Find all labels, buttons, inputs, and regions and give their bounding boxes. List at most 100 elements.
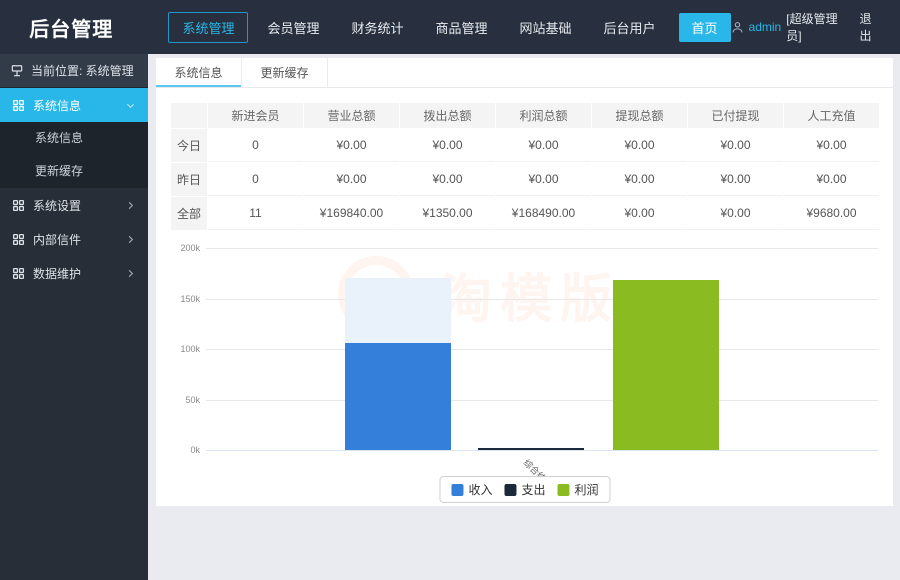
table-row-today: 今日 0 ¥0.00 ¥0.00 ¥0.00 ¥0.00 ¥0.00 ¥0.00 xyxy=(171,129,879,162)
header-revenue-total: 营业总额 xyxy=(304,103,399,128)
expense-bar[interactable] xyxy=(478,448,584,450)
nav-member-manage[interactable]: 会员管理 xyxy=(254,13,332,42)
tab-label: 系统信息 xyxy=(174,66,222,80)
person-icon xyxy=(731,21,744,34)
cell: ¥169840.00 xyxy=(304,197,399,230)
cell: ¥0.00 xyxy=(784,163,879,196)
cell: ¥0.00 xyxy=(784,129,879,162)
cell: 0 xyxy=(208,163,303,196)
breadcrumb-label: 当前位置: 系统管理 xyxy=(31,62,134,79)
cell: ¥168490.00 xyxy=(496,197,591,230)
y-tick: 100k xyxy=(170,344,200,354)
cell: ¥0.00 xyxy=(400,163,495,196)
tab-label: 更新缓存 xyxy=(260,66,308,80)
table-row-yesterday: 昨日 0 ¥0.00 ¥0.00 ¥0.00 ¥0.00 ¥0.00 ¥0.00 xyxy=(171,163,879,196)
topbar: 后台管理 系统管理 会员管理 财务统计 商品管理 网站基础 后台用户 首页 ad… xyxy=(0,0,900,54)
nav-system-manage[interactable]: 系统管理 xyxy=(168,12,248,43)
main-area: 系统信息 更新缓存 新进会员 营业总额 拨出总额 利润总额 提现总额 已付提现 … xyxy=(148,54,900,580)
stats-table: 新进会员 营业总额 拨出总额 利润总额 提现总额 已付提现 人工充值 今日 0 … xyxy=(170,102,880,231)
grid-icon xyxy=(12,99,25,112)
y-tick: 0k xyxy=(170,445,200,455)
gridline xyxy=(206,349,878,350)
row-label: 昨日 xyxy=(171,163,207,196)
nav-goods-manage[interactable]: 商品管理 xyxy=(422,13,500,42)
sidebar-item-label: 数据维护 xyxy=(33,265,81,282)
cell: ¥0.00 xyxy=(592,197,687,230)
legend-item-expense[interactable]: 支出 xyxy=(504,481,545,498)
tab-bar: 系统信息 更新缓存 xyxy=(156,58,893,88)
chart-legend: 收入 支出 利润 xyxy=(439,476,610,503)
header-profit-total: 利润总额 xyxy=(496,103,591,128)
sidebar-item-data-maintenance[interactable]: 数据维护 xyxy=(0,256,148,290)
cell: ¥0.00 xyxy=(688,163,783,196)
cell: ¥0.00 xyxy=(592,129,687,162)
cell: ¥0.00 xyxy=(496,163,591,196)
nav-admin-users[interactable]: 后台用户 xyxy=(591,13,669,42)
table-header-row: 新进会员 营业总额 拨出总额 利润总额 提现总额 已付提现 人工充值 xyxy=(171,103,879,128)
sidebar-item-system-info[interactable]: 系统信息 xyxy=(0,88,148,122)
profit-bar[interactable] xyxy=(613,280,719,450)
y-tick: 50k xyxy=(170,395,200,405)
cell: ¥0.00 xyxy=(304,163,399,196)
grid-icon xyxy=(12,199,25,212)
profit-swatch xyxy=(558,484,570,496)
cell: 0 xyxy=(208,129,303,162)
gridline xyxy=(206,400,878,401)
top-nav: 系统管理 会员管理 财务统计 商品管理 网站基础 后台用户 首页 xyxy=(168,12,730,43)
tab-system-info[interactable]: 系统信息 xyxy=(156,58,242,87)
nav-site-basic[interactable]: 网站基础 xyxy=(507,13,585,42)
y-tick: 200k xyxy=(170,243,200,253)
cell: ¥0.00 xyxy=(688,197,783,230)
row-label: 全部 xyxy=(171,197,207,230)
cell: ¥0.00 xyxy=(304,129,399,162)
signpost-icon xyxy=(10,64,24,78)
income-bar[interactable] xyxy=(345,278,451,450)
sidebar-subitem-system-info[interactable]: 系统信息 xyxy=(0,122,148,155)
logout-link[interactable]: 退出 xyxy=(860,10,882,44)
bar-chart: 淘模版 200k 150k 100k 50k 0k 综合统计 xyxy=(170,240,880,502)
legend-label: 利润 xyxy=(575,481,599,498)
grid-icon xyxy=(12,267,25,280)
grid-icon xyxy=(12,233,25,246)
cell: ¥0.00 xyxy=(592,163,687,196)
nav-home[interactable]: 首页 xyxy=(679,13,731,42)
legend-label: 收入 xyxy=(468,481,492,498)
header-manual-recharge: 人工充值 xyxy=(784,103,879,128)
username-link[interactable]: admin xyxy=(749,20,782,34)
app-logo: 后台管理 xyxy=(0,13,142,42)
table-row-all: 全部 11 ¥169840.00 ¥1350.00 ¥168490.00 ¥0.… xyxy=(171,197,879,230)
tab-refresh-cache[interactable]: 更新缓存 xyxy=(242,58,328,87)
cell: ¥0.00 xyxy=(496,129,591,162)
chevron-down-icon xyxy=(125,100,136,111)
sidebar-subitem-refresh-cache[interactable]: 更新缓存 xyxy=(0,155,148,188)
income-bar-highlight xyxy=(345,278,451,343)
row-label: 今日 xyxy=(171,129,207,162)
breadcrumb: 当前位置: 系统管理 xyxy=(0,54,148,88)
income-swatch xyxy=(451,484,463,496)
cell: ¥1350.00 xyxy=(400,197,495,230)
sidebar-item-label: 系统信息 xyxy=(33,97,81,114)
x-axis-line xyxy=(206,450,878,451)
sidebar-submenu: 系统信息 更新缓存 xyxy=(0,122,148,188)
header-payout-total: 拨出总额 xyxy=(400,103,495,128)
cell: ¥0.00 xyxy=(400,129,495,162)
legend-item-income[interactable]: 收入 xyxy=(451,481,492,498)
legend-label: 支出 xyxy=(521,481,545,498)
user-role: [超级管理员] xyxy=(786,10,848,44)
sidebar-item-label: 系统设置 xyxy=(33,197,81,214)
legend-item-profit[interactable]: 利润 xyxy=(558,481,599,498)
content-card: 系统信息 更新缓存 新进会员 营业总额 拨出总额 利润总额 提现总额 已付提现 … xyxy=(156,58,893,506)
expense-swatch xyxy=(504,484,516,496)
cell: ¥0.00 xyxy=(688,129,783,162)
sidebar-item-label: 内部信件 xyxy=(33,231,81,248)
sidebar-item-system-settings[interactable]: 系统设置 xyxy=(0,188,148,222)
cell: ¥9680.00 xyxy=(784,197,879,230)
header-blank xyxy=(171,103,207,128)
gridline xyxy=(206,248,878,249)
sidebar-item-internal-mail[interactable]: 内部信件 xyxy=(0,222,148,256)
plot-area: 综合统计 xyxy=(206,248,878,450)
nav-finance-stats[interactable]: 财务统计 xyxy=(338,13,416,42)
gridline xyxy=(206,299,878,300)
header-new-members: 新进会员 xyxy=(208,103,303,128)
chevron-right-icon xyxy=(125,268,136,279)
